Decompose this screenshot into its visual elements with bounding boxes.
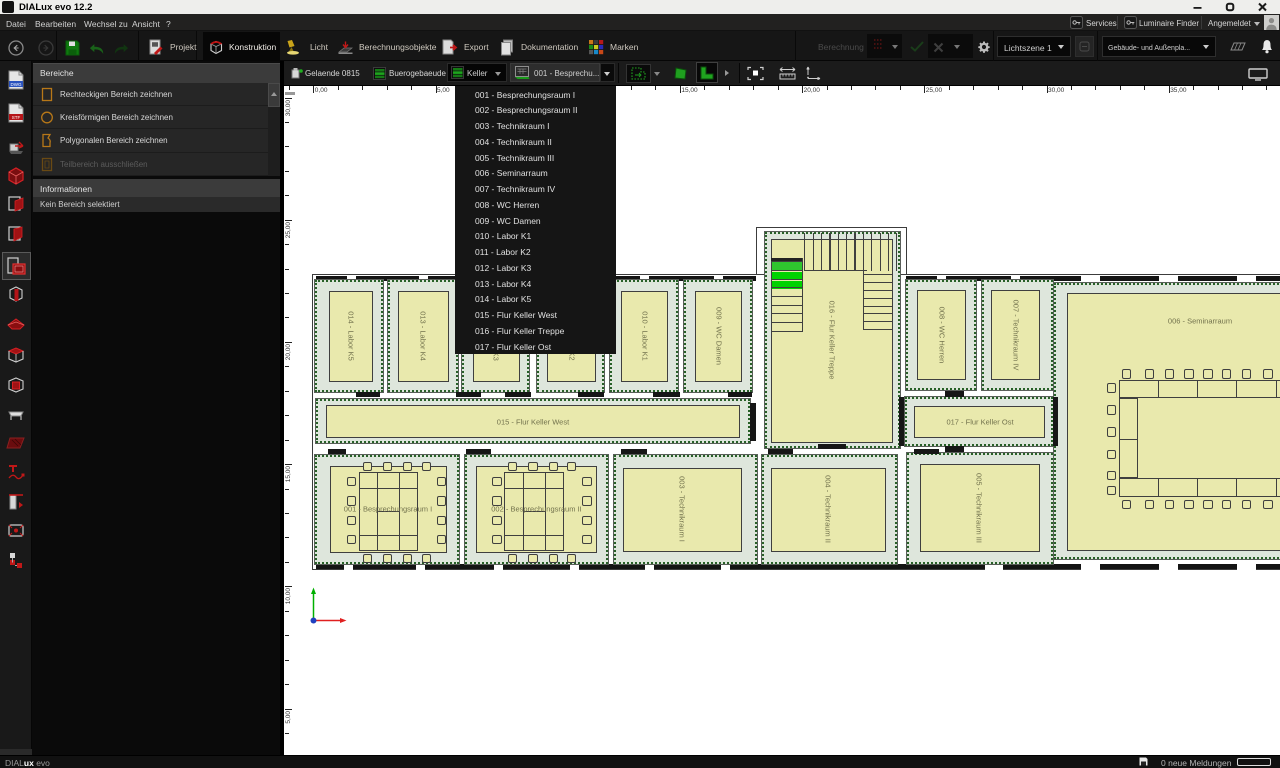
svg-text:DWG: DWG [11,82,22,87]
svg-text:STF: STF [12,114,21,119]
